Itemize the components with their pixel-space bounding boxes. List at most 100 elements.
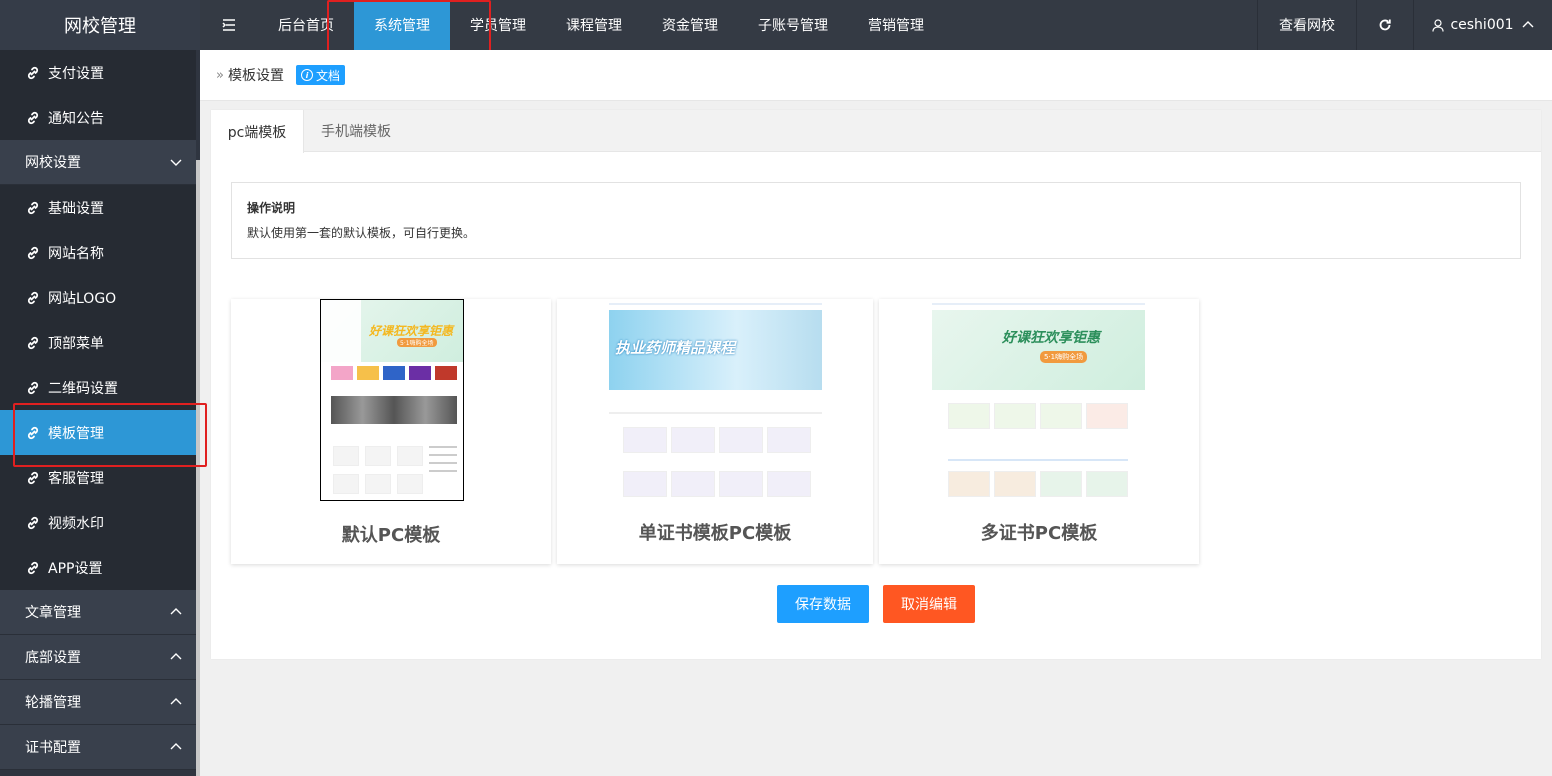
doc-button[interactable]: i 文档: [295, 65, 345, 85]
top-navbar: 后台首页 系统管理 学员管理 课程管理 资金管理 子账号管理 营销管理 查看网校…: [200, 0, 1552, 50]
sidebar-item-label: 支付设置: [48, 65, 104, 82]
thumbnail-course: [1040, 471, 1082, 497]
thumbnail-banner-text: 好课狂欢享钜惠: [369, 324, 454, 338]
thumbnail-sidebar: [321, 300, 361, 362]
breadcrumb-label: 模板设置: [227, 68, 284, 84]
sidebar-item-template[interactable]: 模板管理: [0, 410, 196, 455]
thumbnail-line: [429, 454, 457, 456]
sidebar-item-qrcode[interactable]: 二维码设置: [0, 365, 196, 410]
user-icon: [1432, 18, 1445, 32]
sidebar-group-footer[interactable]: 底部设置: [0, 635, 196, 680]
breadcrumb: » 模板设置 i 文档: [200, 50, 1552, 101]
thumbnail-course: [948, 471, 990, 497]
chevron-down-icon: [170, 156, 182, 168]
thumbnail-banner: [932, 310, 1145, 390]
thumbnail-course: [1086, 403, 1128, 429]
thumbnail-banner-text: 执业药师精品课程: [615, 339, 736, 357]
thumbnail-course: [1040, 403, 1082, 429]
nav-home[interactable]: 后台首页: [258, 0, 354, 50]
thumbnail-course: [671, 471, 715, 497]
thumbnail-course: [623, 471, 667, 497]
sidebar-item-notice[interactable]: 通知公告: [0, 95, 196, 140]
sidebar-item-label: 二维码设置: [48, 380, 118, 397]
thumbnail-course: [767, 427, 811, 453]
cancel-button[interactable]: 取消编辑: [883, 585, 975, 623]
sidebar-item-label: 基础设置: [48, 200, 104, 217]
link-icon: [26, 336, 40, 350]
thumbnail-course: [397, 446, 423, 466]
thumbnail-course: [333, 474, 359, 494]
refresh-icon[interactable]: [1356, 0, 1413, 50]
save-button[interactable]: 保存数据: [777, 585, 869, 623]
sidebar-item-label: 视频水印: [48, 515, 104, 532]
sidebar: 网校管理 支付设置 通知公告 网校设置 基础设置 网站名称 网站LOGO 顶部菜…: [0, 0, 200, 776]
doc-label: 文档: [315, 68, 340, 83]
sidebar-item-basic[interactable]: 基础设置: [0, 185, 196, 230]
nav-system[interactable]: 系统管理: [354, 0, 450, 50]
tab-bar: pc端模板 手机端模板: [211, 110, 1541, 153]
chevron-up-icon: [1522, 19, 1534, 31]
thumbnail-tile: [357, 366, 379, 380]
nav-marketing[interactable]: 营销管理: [848, 0, 944, 50]
link-icon: [26, 516, 40, 530]
link-icon: [26, 291, 40, 305]
sidebar-item-app[interactable]: APP设置: [0, 545, 196, 590]
template-thumbnail: 好课狂欢享钜惠 5·1嗨购全场: [320, 299, 464, 501]
tab-pc-template[interactable]: pc端模板: [211, 110, 304, 153]
view-site-button[interactable]: 查看网校: [1257, 0, 1356, 50]
sidebar-item-top-menu[interactable]: 顶部菜单: [0, 320, 196, 365]
sidebar-item-label: 通知公告: [48, 110, 104, 127]
sidebar-group-label: 网校设置: [25, 155, 81, 171]
sidebar-item-watermark[interactable]: 视频水印: [0, 500, 196, 545]
sidebar-group-carousel[interactable]: 轮播管理: [0, 680, 196, 725]
chevron-up-icon: [170, 651, 182, 663]
nav-subaccounts[interactable]: 子账号管理: [738, 0, 848, 50]
sidebar-item-payment[interactable]: 支付设置: [0, 50, 196, 95]
thumbnail-banner-text: 好课狂欢享钜惠: [1002, 330, 1100, 346]
template-card-single-cert[interactable]: 执业药师精品课程 单证书模板PC模板: [557, 299, 873, 564]
username-label: ceshi001: [1450, 17, 1514, 33]
template-thumbnail: 好课狂欢享钜惠 5·1嗨购全场: [932, 299, 1145, 499]
sidebar-group-label: 底部设置: [25, 650, 81, 666]
sidebar-item-label: 模板管理: [48, 425, 104, 442]
link-icon: [26, 426, 40, 440]
sidebar-item-site-logo[interactable]: 网站LOGO: [0, 275, 196, 320]
thumbnail-course: [623, 427, 667, 453]
thumbnail-course: [671, 427, 715, 453]
sidebar-scrollbar[interactable]: [196, 160, 200, 776]
chevron-up-icon: [170, 696, 182, 708]
sidebar-group-label: 轮播管理: [25, 695, 81, 711]
sidebar-item-label: 网站LOGO: [48, 290, 117, 307]
link-icon: [26, 561, 40, 575]
thumbnail-line: [609, 412, 822, 414]
template-card-default[interactable]: 好课狂欢享钜惠 5·1嗨购全场 默认PC模板: [231, 299, 551, 564]
template-name: 默认PC模板: [341, 525, 441, 546]
info-icon: i: [300, 69, 313, 81]
instructions-box: 操作说明 默认使用第一套的默认模板，可自行更换。: [231, 182, 1521, 259]
app-logo-title: 网校管理: [0, 0, 200, 50]
thumbnail-tile: [331, 366, 353, 380]
link-icon: [26, 201, 40, 215]
thumbnail-tile: [409, 366, 431, 380]
menu-toggle-icon[interactable]: [200, 0, 258, 50]
thumbnail-course: [767, 471, 811, 497]
template-name: 单证书模板PC模板: [638, 523, 792, 544]
nav-finance[interactable]: 资金管理: [642, 0, 738, 50]
sidebar-group-certificate[interactable]: 证书配置: [0, 725, 196, 770]
sidebar-item-site-name[interactable]: 网站名称: [0, 230, 196, 275]
sidebar-group-label: 文章管理: [25, 605, 81, 621]
link-icon: [26, 66, 40, 80]
sidebar-item-label: 顶部菜单: [48, 335, 104, 352]
tab-mobile-template[interactable]: 手机端模板: [304, 110, 408, 152]
nav-courses[interactable]: 课程管理: [546, 0, 642, 50]
link-icon: [26, 111, 40, 125]
thumbnail-course: [994, 471, 1036, 497]
sidebar-group-articles[interactable]: 文章管理: [0, 590, 196, 635]
nav-students[interactable]: 学员管理: [450, 0, 546, 50]
double-chevron-icon: »: [216, 67, 224, 83]
sidebar-group-school-settings[interactable]: 网校设置: [0, 140, 196, 185]
user-menu[interactable]: ceshi001: [1413, 0, 1552, 50]
instructions-title: 操作说明: [247, 201, 296, 215]
template-card-multi-cert[interactable]: 好课狂欢享钜惠 5·1嗨购全场 多证书PC模板: [879, 299, 1199, 564]
sidebar-item-customer-service[interactable]: 客服管理: [0, 455, 196, 500]
